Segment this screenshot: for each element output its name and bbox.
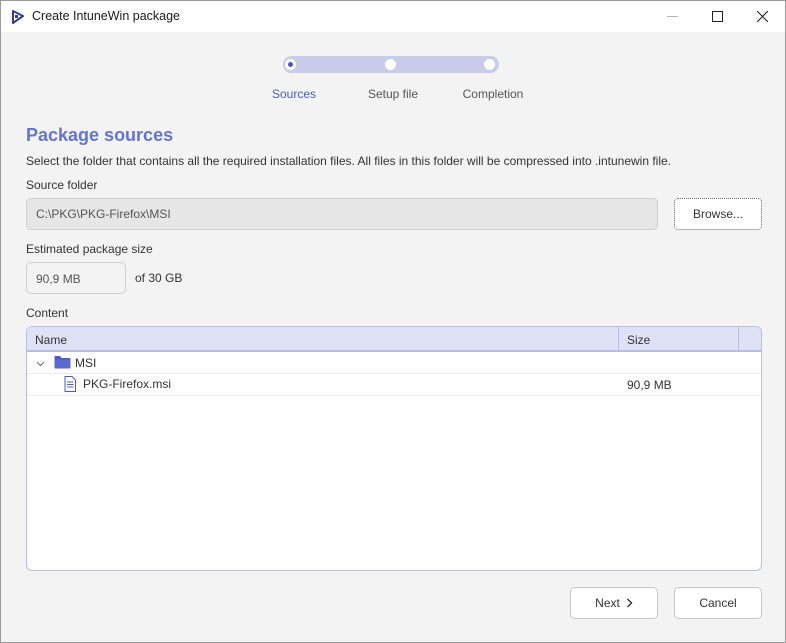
source-folder-label: Source folder [26, 178, 98, 192]
app-logo-icon [12, 10, 24, 24]
page-description: Select the folder that contains all the … [26, 154, 672, 168]
step-label-setup-file: Setup file [367, 87, 419, 101]
maximize-button[interactable] [694, 1, 740, 32]
dialog-window: Create IntuneWin package Sources Setup f… [0, 0, 786, 643]
title-bar: Create IntuneWin package [1, 1, 785, 32]
maximize-icon [711, 11, 723, 22]
row-size: 90,9 MB [627, 378, 672, 392]
row-name: PKG-Firefox.msi [83, 377, 172, 391]
file-icon [64, 376, 76, 392]
column-divider[interactable] [738, 327, 739, 350]
row-name: MSI [75, 356, 97, 370]
step-dot-sources [285, 59, 296, 70]
minimize-button[interactable] [649, 1, 695, 32]
step-label-completion: Completion [462, 87, 524, 101]
step-dot-setup-file [385, 59, 396, 70]
wizard-stepper [283, 56, 499, 73]
step-dot-completion [484, 59, 495, 70]
minimize-icon [666, 16, 678, 17]
cancel-button[interactable]: Cancel [674, 587, 762, 619]
chevron-right-icon [626, 598, 633, 608]
source-folder-input[interactable] [26, 198, 658, 230]
column-divider[interactable] [618, 327, 619, 350]
content-table: Name Size MSI PKG-Firefox.msi 90,9 MB [26, 326, 762, 571]
column-header-size[interactable]: Size [627, 333, 650, 347]
close-icon [756, 11, 768, 22]
folder-icon [54, 356, 71, 369]
package-size-label: Estimated package size [26, 242, 153, 256]
next-button-label: Next [595, 596, 620, 610]
browse-button[interactable]: Browse... [674, 198, 762, 230]
table-row[interactable]: PKG-Firefox.msi 90,9 MB [27, 374, 761, 396]
page-title: Package sources [26, 125, 174, 145]
package-size-limit: of 30 GB [135, 271, 183, 285]
content-label: Content [26, 306, 69, 320]
column-header-name[interactable]: Name [35, 333, 67, 347]
table-header: Name Size [27, 327, 761, 352]
package-size-field: 90,9 MB [26, 262, 126, 294]
step-label-sources: Sources [271, 87, 317, 101]
close-button[interactable] [739, 1, 785, 32]
window-title: Create IntuneWin package [32, 9, 181, 23]
chevron-down-icon[interactable] [36, 359, 45, 368]
next-button[interactable]: Next [570, 587, 658, 619]
table-row[interactable]: MSI [27, 352, 761, 374]
